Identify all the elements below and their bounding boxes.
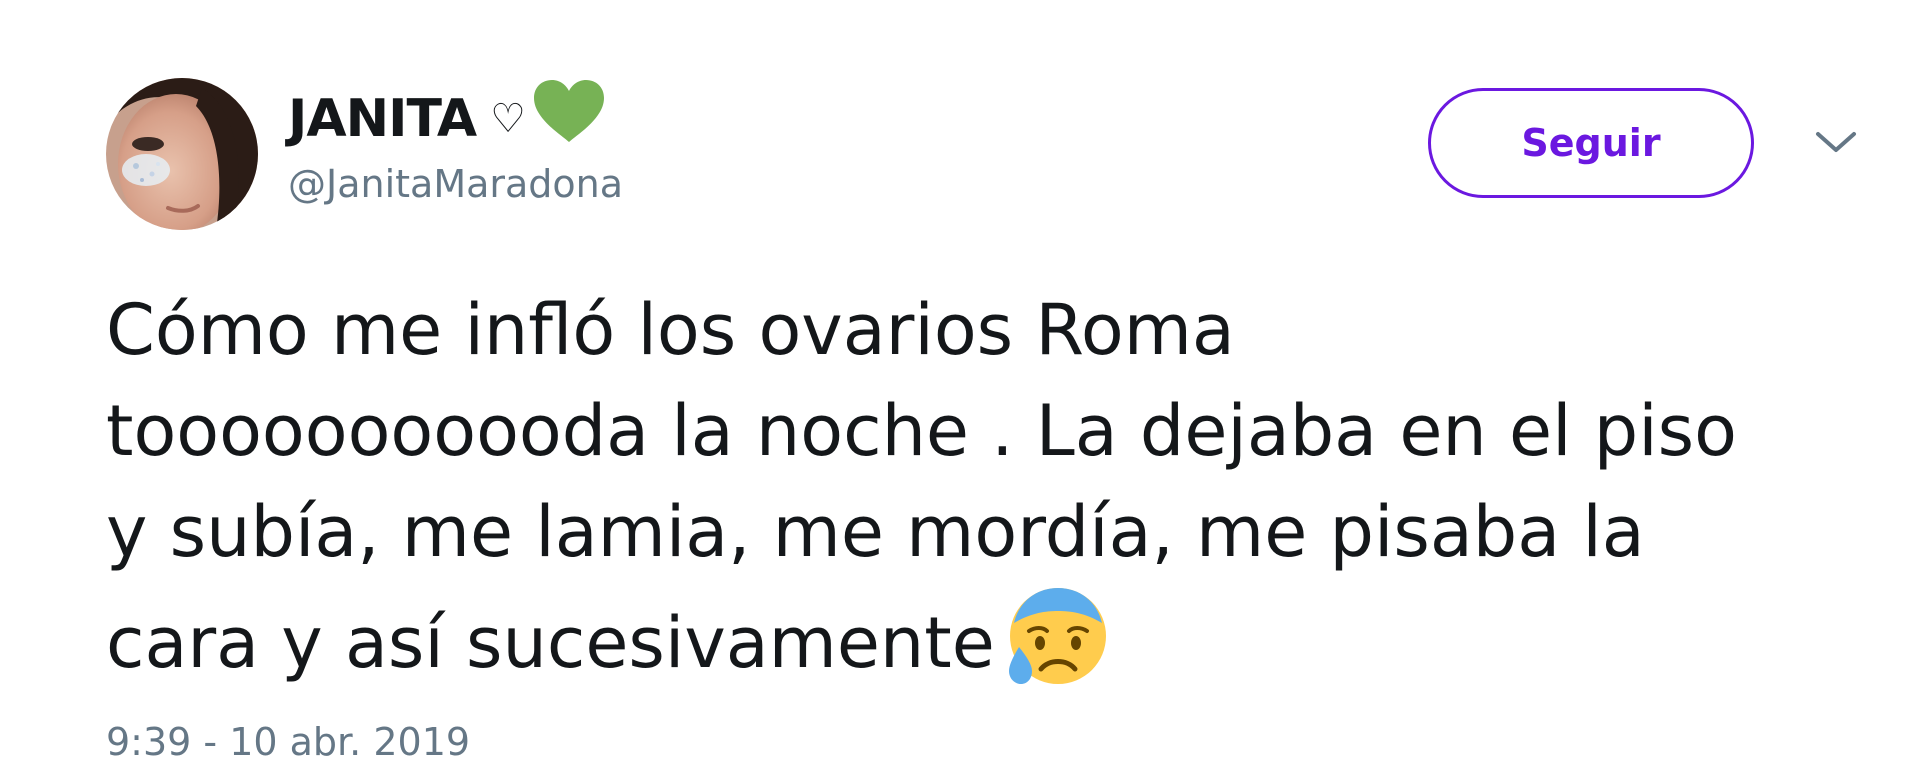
avatar[interactable]: [106, 78, 258, 230]
tweet-line-3: y subía, me lamia, me mordía, me pisaba …: [106, 491, 1645, 573]
display-name[interactable]: JANITA: [288, 89, 477, 149]
follow-button[interactable]: Seguir: [1428, 88, 1754, 198]
user-handle[interactable]: @JanitaMaradona: [288, 162, 623, 206]
tweet-timestamp[interactable]: 9:39 - 10 abr. 2019: [106, 720, 470, 764]
outline-heart-icon: ♡: [490, 96, 526, 142]
tweet-text: Cómo me infló los ovarios Roma toooooooo…: [106, 280, 1906, 684]
chevron-down-icon[interactable]: [1814, 128, 1858, 156]
tweet-line-4-text: cara y así sucesivamente: [106, 602, 995, 684]
tweet-line-1: Cómo me infló los ovarios Roma: [106, 289, 1235, 371]
tweet-line-2: tooooooooooda la noche . La dejaba en el…: [106, 390, 1737, 472]
profile-photo-icon: [106, 78, 258, 230]
tweet-line-4: cara y así sucesivamente: [106, 583, 1906, 684]
anxious-face-with-sweat-icon: [1005, 583, 1111, 689]
display-name-row[interactable]: JANITA ♡: [288, 80, 608, 150]
green-heart-icon: [530, 78, 608, 144]
